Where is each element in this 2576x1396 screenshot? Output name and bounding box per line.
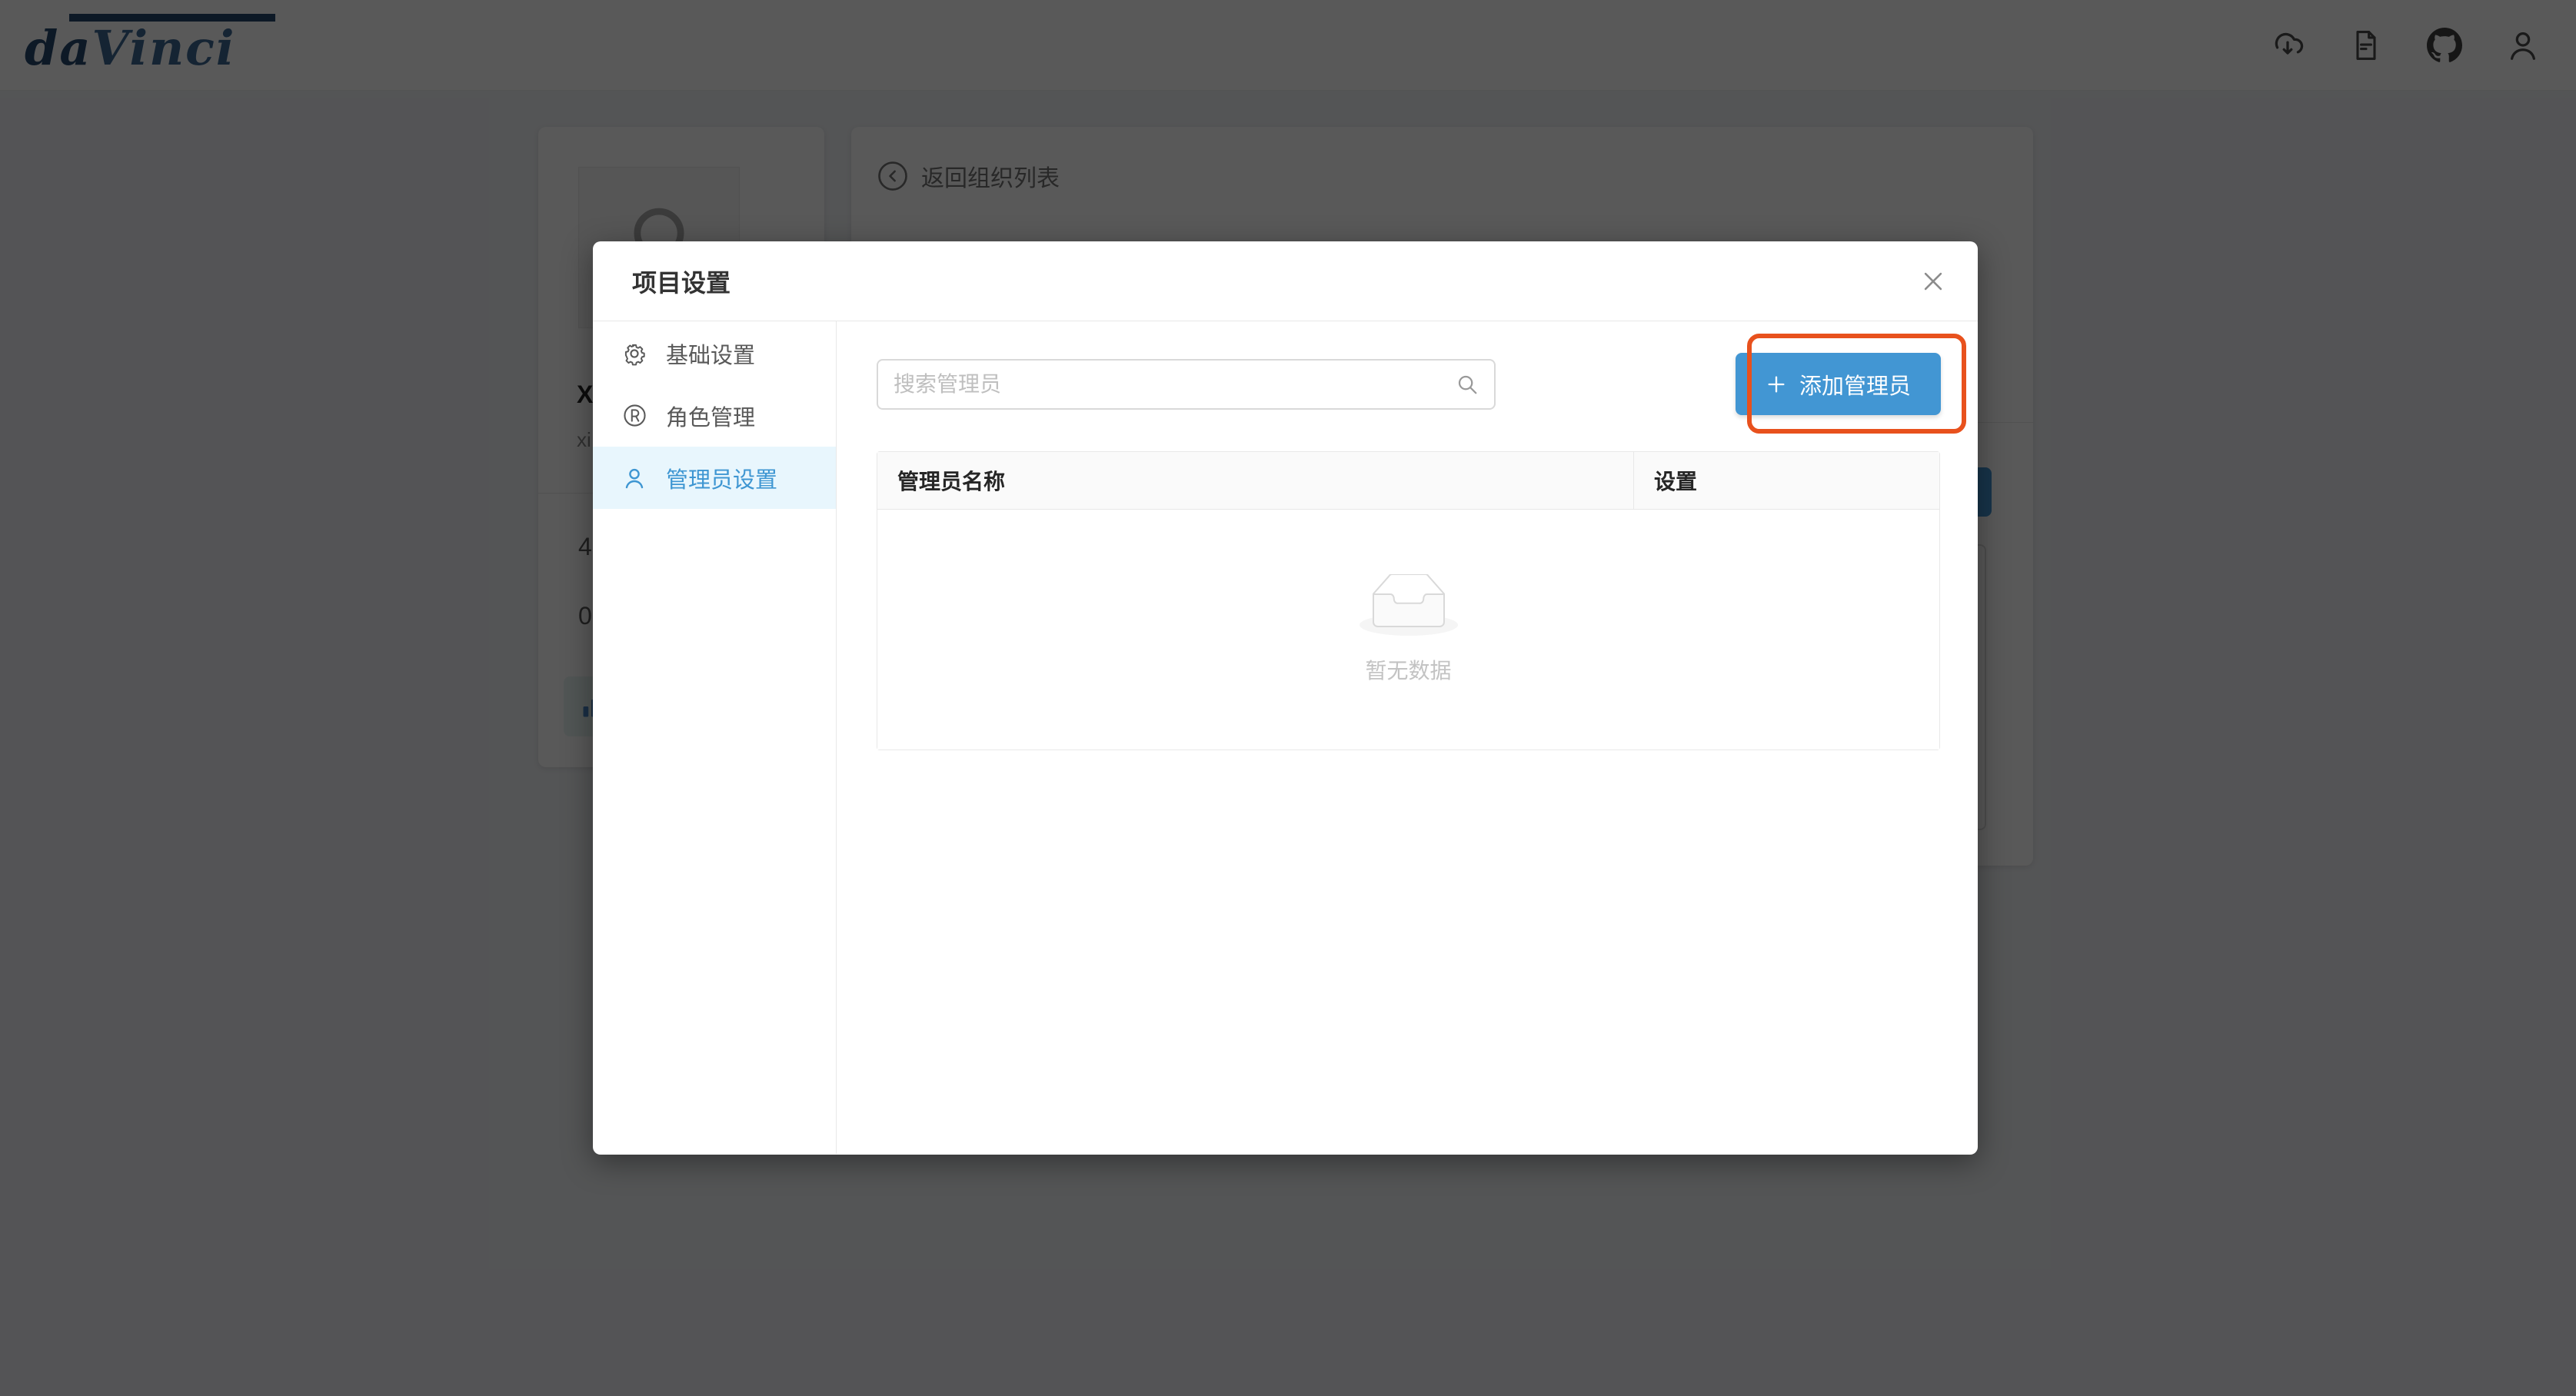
- app-stage: daVinci: [0, 0, 2576, 1396]
- sidebar-item-role-management[interactable]: 角色管理: [593, 384, 836, 447]
- admin-toolbar: 添加管理员: [877, 353, 1941, 415]
- search-input[interactable]: [894, 372, 1456, 397]
- admin-table: 管理员名称 设置: [877, 451, 1940, 750]
- admin-search-box: [877, 359, 1496, 410]
- table-header-settings: 设置: [1634, 452, 1939, 509]
- sidebar-item-admin-settings[interactable]: 管理员设置: [593, 447, 836, 509]
- modal-title: 项目设置: [632, 264, 731, 299]
- project-settings-modal: 项目设置 基础设置: [593, 241, 1978, 1155]
- user-icon: [621, 465, 647, 491]
- gear-icon: [621, 341, 647, 367]
- empty-box-icon: [1360, 574, 1458, 637]
- sidebar-item-label: 角色管理: [666, 400, 755, 432]
- empty-state-label: 暂无数据: [1365, 654, 1451, 685]
- table-empty-state: 暂无数据: [877, 510, 1939, 750]
- table-header-admin-name: 管理员名称: [877, 452, 1634, 509]
- add-admin-button-label: 添加管理员: [1799, 368, 1911, 401]
- admin-settings-panel: 添加管理员 管理员名称 设置: [837, 321, 1978, 1154]
- registered-icon: [621, 403, 647, 429]
- modal-body: 基础设置 角色管理: [593, 321, 1978, 1154]
- sidebar-item-basic-settings[interactable]: 基础设置: [593, 322, 836, 384]
- add-admin-button[interactable]: 添加管理员: [1736, 353, 1941, 415]
- table-header-row: 管理员名称 设置: [877, 452, 1939, 510]
- sidebar-item-label: 管理员设置: [666, 462, 777, 494]
- modal-sidebar: 基础设置 角色管理: [593, 321, 837, 1154]
- close-icon[interactable]: [1915, 263, 1952, 300]
- modal-header: 项目设置: [593, 241, 1978, 321]
- search-icon: [1456, 373, 1479, 396]
- plus-icon: [1766, 374, 1787, 395]
- sidebar-item-label: 基础设置: [666, 337, 755, 370]
